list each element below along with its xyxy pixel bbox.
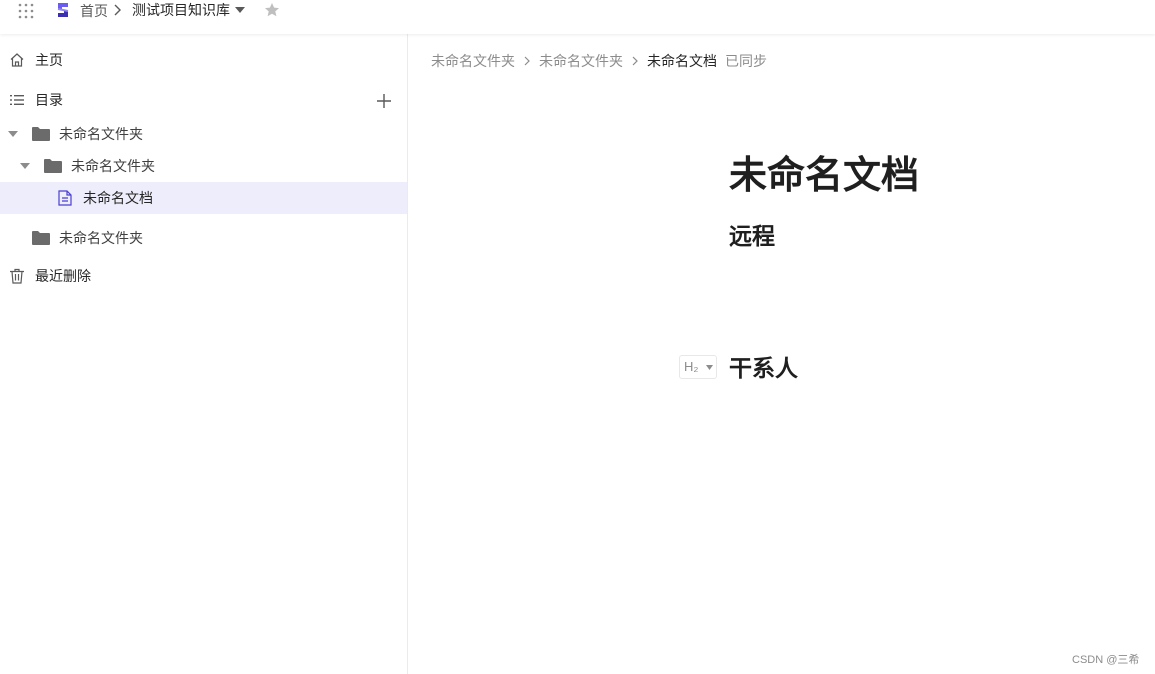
tree-item-label: 未命名文件夹 — [71, 158, 155, 174]
breadcrumb-item[interactable]: 未命名文件夹 — [431, 51, 515, 71]
caret-down-icon[interactable] — [20, 163, 30, 169]
star-icon[interactable] — [264, 2, 280, 18]
tree-item-folder[interactable]: 未命名文件夹 — [0, 118, 407, 150]
home-icon — [10, 53, 24, 67]
heading-level-label: H₂ — [684, 359, 699, 374]
breadcrumb-current: 未命名文档 — [647, 53, 717, 69]
caret-down-icon[interactable] — [235, 7, 245, 13]
breadcrumb-item[interactable]: 未命名文件夹 — [539, 51, 623, 71]
folder-icon — [32, 231, 50, 245]
trash-icon — [10, 268, 24, 284]
heading-level-button[interactable]: H₂ — [679, 355, 717, 379]
tree-item-label: 未命名文件夹 — [59, 230, 143, 246]
sidebar: 主页 目录 未命名文件夹 未命名文件夹 未命名文档 未命名文件夹 最近删除 — [0, 34, 408, 674]
tree-item-document[interactable]: 未命名文档 — [0, 182, 407, 214]
breadcrumb: 未命名文件夹 未命名文件夹 未命名文档 已同步 — [431, 51, 767, 71]
chevron-right-icon — [524, 56, 530, 66]
chevron-right-icon — [114, 4, 121, 16]
caret-down-icon — [706, 365, 713, 370]
heading-block[interactable]: 远程 — [729, 221, 775, 251]
caret-down-icon[interactable] — [8, 131, 18, 137]
chevron-right-icon — [632, 56, 638, 66]
folder-icon — [44, 159, 62, 173]
breadcrumb-home-link[interactable]: 首页 — [80, 2, 108, 20]
knowledge-base-title[interactable]: 测试项目知识库 — [132, 1, 230, 19]
list-icon — [10, 95, 24, 105]
apps-grid-icon[interactable] — [18, 3, 34, 19]
tree-item-folder[interactable]: 未命名文件夹 — [0, 222, 407, 254]
sidebar-item-label: 主页 — [35, 52, 63, 68]
document-title[interactable]: 未命名文档 — [729, 152, 919, 200]
document-icon — [58, 190, 72, 206]
sync-status: 已同步 — [725, 53, 767, 69]
watermark: CSDN @三希 — [1072, 654, 1140, 666]
tree-item-label: 未命名文件夹 — [59, 126, 143, 142]
top-bar: 首页 测试项目知识库 — [0, 0, 1155, 34]
heading-block[interactable]: 干系人 — [729, 353, 798, 383]
sidebar-item-label: 最近删除 — [35, 268, 91, 284]
sidebar-item-catalog[interactable]: 目录 — [0, 84, 407, 116]
tree-item-label: 未命名文档 — [83, 190, 153, 206]
sidebar-item-home[interactable]: 主页 — [0, 44, 407, 76]
tree-item-folder[interactable]: 未命名文件夹 — [0, 150, 407, 182]
sidebar-item-label: 目录 — [35, 92, 63, 108]
add-icon[interactable] — [376, 93, 392, 109]
sidebar-item-trash[interactable]: 最近删除 — [0, 260, 407, 292]
app-logo-icon[interactable] — [54, 1, 72, 19]
folder-icon — [32, 127, 50, 141]
